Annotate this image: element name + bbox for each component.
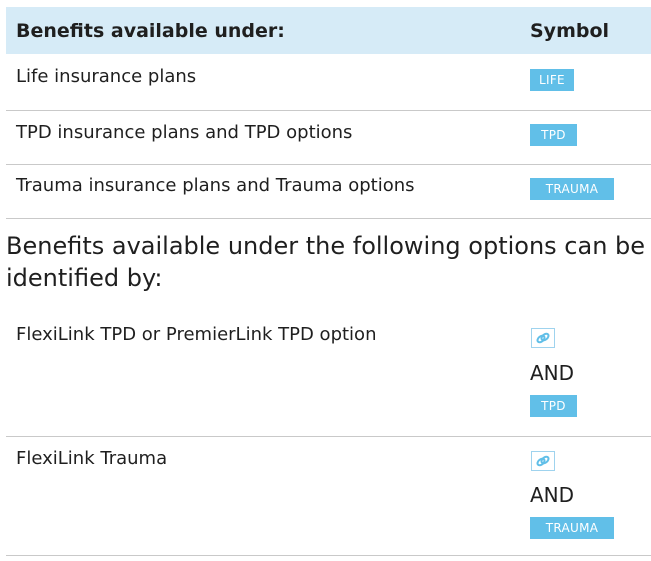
row-label: Life insurance plans (16, 66, 197, 87)
table-row-flexilink-tpd: FlexiLink TPD or PremierLink TPD option … (6, 306, 651, 437)
row-label: Trauma insurance plans and Trauma option… (16, 175, 415, 196)
tpd-badge: TPD (530, 124, 577, 146)
and-connector: AND (530, 483, 575, 507)
trauma-badge: TRAUMA (530, 517, 614, 539)
table-row-trauma: Trauma insurance plans and Trauma option… (6, 165, 651, 219)
benefits-symbol-page: Benefits available under: Symbol Life in… (0, 0, 651, 561)
row-label: FlexiLink Trauma (16, 448, 168, 469)
tpd-badge: TPD (530, 395, 577, 417)
row-label: TPD insurance plans and TPD options (16, 122, 353, 143)
and-connector: AND (530, 361, 575, 385)
link-icon (531, 328, 555, 348)
table-row-life: Life insurance plans LIFE (6, 55, 651, 111)
table-row-tpd: TPD insurance plans and TPD options TPD (6, 111, 651, 165)
row-label: FlexiLink TPD or PremierLink TPD option (16, 324, 377, 345)
table-row-flexilink-trauma: FlexiLink Trauma AND TRAUMA (6, 437, 651, 556)
header-symbol-label: Symbol (530, 20, 610, 42)
life-badge: LIFE (530, 69, 574, 91)
table-header: Benefits available under: Symbol (6, 7, 651, 54)
link-icon (531, 451, 555, 471)
options-intro-paragraph: Benefits available under the following o… (6, 232, 646, 292)
header-benefits-label: Benefits available under: (16, 20, 285, 42)
trauma-badge: TRAUMA (530, 178, 614, 200)
